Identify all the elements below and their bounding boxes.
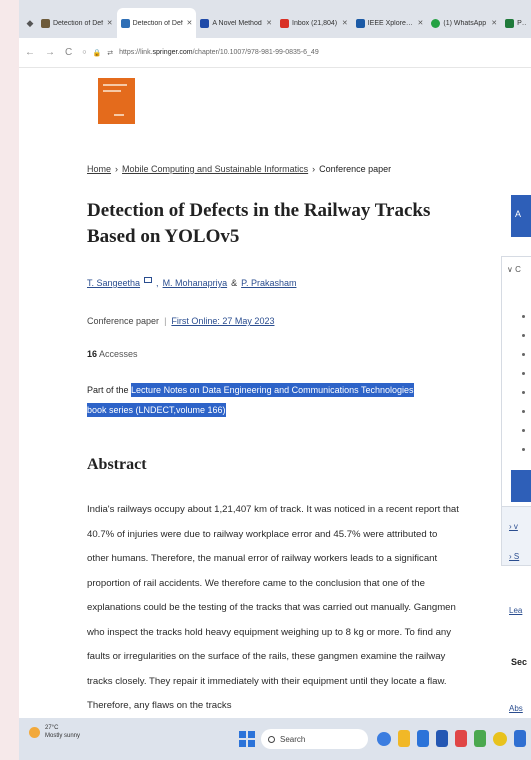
accesses-count: 16 — [87, 349, 98, 359]
mail-icon[interactable] — [144, 277, 153, 283]
breadcrumb-current: Conference paper — [319, 164, 392, 174]
search-label: Search — [280, 734, 306, 744]
tab-5[interactable]: IEEE Xplore - Co ✕ — [352, 8, 428, 38]
sidebar-bullets — [522, 315, 525, 467]
chevron-right-icon: › — [312, 164, 316, 174]
tab-actions-icon[interactable]: ◆ — [23, 8, 37, 38]
sidebar-section-heading: Sec — [511, 657, 528, 667]
breadcrumb: Home › Mobile Computing and Sustainable … — [87, 164, 391, 174]
tab-favicon — [40, 18, 50, 28]
close-icon[interactable]: ✕ — [186, 19, 192, 27]
tab-label: (1) WhatsApp — [443, 19, 487, 27]
sidebar-buy-button[interactable] — [511, 470, 531, 502]
app-icon[interactable] — [514, 730, 526, 747]
lock-icon[interactable]: 🔒 — [92, 49, 101, 57]
reload-icon[interactable]: C — [65, 47, 72, 58]
divider: | — [164, 316, 167, 326]
taskbar: 27°C Mostly sunny Search — [19, 718, 531, 760]
breadcrumb-home[interactable]: Home — [87, 164, 111, 174]
book-cover-image[interactable] — [98, 78, 135, 124]
tab-1[interactable]: Detection of Def ✕ — [37, 8, 117, 38]
task-view-icon[interactable] — [377, 732, 391, 746]
close-icon[interactable]: ✕ — [491, 19, 497, 27]
access-button[interactable]: A — [511, 195, 531, 237]
chevron-right-icon: › — [115, 164, 119, 174]
breadcrumb-book[interactable]: Mobile Computing and Sustainable Informa… — [122, 164, 308, 174]
app-icon[interactable] — [474, 730, 486, 747]
author-link[interactable]: T. Sangeetha — [87, 278, 140, 288]
author-link[interactable]: M. Mohanapriya — [163, 278, 228, 288]
tab-favicon — [120, 18, 130, 28]
weather-status: Mostly sunny — [45, 733, 81, 739]
tab-3[interactable]: A Novel Method ✕ — [196, 8, 276, 38]
article-title: Detection of Defects in the Railway Trac… — [87, 200, 431, 247]
tab-label: Inbox (21,804) — [292, 19, 338, 27]
tab-label: Detection of Def — [132, 19, 183, 27]
address-bar: ← → C ○ 🔒 ⇄ https://link.springer.com/ch… — [19, 38, 531, 68]
sun-icon — [29, 726, 40, 738]
browser-window: ◆ Detection of Def ✕ Detection of Def ✕ … — [19, 0, 531, 760]
temperature: 27°C — [45, 725, 59, 731]
tab-favicon — [200, 18, 210, 28]
app-icon[interactable] — [436, 730, 448, 747]
tab-label: Perfe — [517, 19, 527, 27]
series-link-highlighted[interactable]: Lecture Notes on Data Engineering and Co… — [87, 383, 414, 417]
sidebar-panel-toggle[interactable]: ∨ C — [502, 257, 531, 274]
tab-label: A Novel Method — [212, 19, 262, 27]
accesses-label: Accesses — [99, 349, 138, 359]
close-icon[interactable]: ✕ — [107, 19, 113, 27]
store-icon[interactable] — [417, 730, 429, 747]
author-link[interactable]: P. Prakasham — [241, 278, 296, 288]
tab-6[interactable]: (1) WhatsApp ✕ — [427, 8, 501, 38]
taskbar-apps — [377, 730, 526, 747]
search-icon — [268, 735, 275, 743]
gmail-icon — [280, 18, 289, 28]
article-meta: Conference paper | First Online: 27 May … — [87, 316, 274, 326]
author-list: T. Sangeetha , M. Mohanapriya & P. Praka… — [87, 277, 297, 288]
abstract-text: India's railways occupy about 1,21,407 k… — [87, 504, 459, 711]
windows-start-icon[interactable] — [239, 731, 255, 747]
page-info-icon[interactable]: ○ — [82, 49, 86, 56]
tab-4[interactable]: Inbox (21,804) ✕ — [276, 8, 352, 38]
close-icon[interactable]: ✕ — [342, 19, 348, 27]
paper-type: Conference paper — [87, 316, 160, 326]
tab-strip: ◆ Detection of Def ✕ Detection of Def ✕ … — [19, 0, 531, 38]
first-online-link[interactable]: First Online: 27 May 2023 — [171, 316, 274, 326]
file-explorer-icon[interactable] — [398, 730, 410, 747]
back-icon[interactable]: ← — [25, 47, 35, 58]
tab-favicon — [505, 18, 515, 28]
series-info: Part of the Lecture Notes on Data Engine… — [87, 380, 427, 420]
taskbar-search[interactable]: Search — [261, 729, 368, 749]
url-field[interactable]: ○ 🔒 ⇄ https://link.springer.com/chapter/… — [82, 49, 318, 57]
tab-label: Detection of Def — [52, 19, 104, 27]
site-settings-icon[interactable]: ⇄ — [107, 49, 113, 57]
accesses-metric: 16 Accesses — [87, 349, 138, 359]
whatsapp-icon — [431, 18, 441, 28]
abstract-heading: Abstract — [87, 456, 147, 473]
author-separator: & — [231, 278, 238, 288]
sidebar-link[interactable]: Lea — [509, 606, 522, 615]
url-text: https://link.springer.com/chapter/10.100… — [119, 49, 319, 56]
close-icon[interactable]: ✕ — [418, 19, 424, 27]
tab-7[interactable]: Perfe — [501, 8, 531, 38]
sidebar-link[interactable]: › S — [509, 552, 519, 561]
page-content: Home › Mobile Computing and Sustainable … — [19, 68, 531, 718]
close-icon[interactable]: ✕ — [266, 19, 272, 27]
tab-label: IEEE Xplore - Co — [367, 19, 415, 27]
tab-favicon — [355, 18, 365, 28]
sidebar-link[interactable]: › v — [509, 522, 518, 531]
sidebar-link[interactable]: Abs — [509, 704, 523, 713]
weather-widget[interactable]: 27°C Mostly sunny — [29, 724, 80, 740]
part-of-prefix: Part of the — [87, 385, 129, 395]
forward-icon[interactable]: → — [45, 47, 55, 58]
chrome-icon[interactable] — [493, 732, 507, 746]
tab-2-active[interactable]: Detection of Def ✕ — [116, 8, 197, 38]
app-icon[interactable] — [455, 730, 467, 747]
